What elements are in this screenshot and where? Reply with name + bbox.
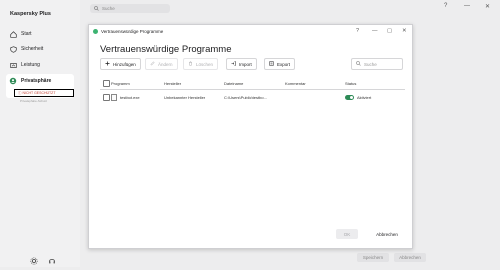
filename-cell: C:\Users\Public\testbo... [224, 94, 267, 100]
trash-icon [188, 61, 193, 67]
performance-icon [9, 61, 17, 69]
column-header-comment[interactable]: Kommentar [285, 77, 306, 89]
status-label: Aktiviert [357, 94, 372, 100]
dialog-titlebar: Vertrauenswürdige Programme [89, 25, 412, 37]
search-input[interactable]: Suche [90, 4, 170, 13]
column-header-vendor[interactable]: Hersteller [164, 77, 181, 89]
export-button[interactable]: Export [264, 58, 296, 70]
export-icon [269, 61, 274, 67]
close-button[interactable]: ✕ [485, 3, 490, 10]
help-button[interactable]: ? [444, 3, 447, 9]
dialog-help-button[interactable]: ? [356, 28, 359, 34]
headset-icon[interactable] [48, 252, 56, 270]
import-icon [231, 61, 236, 67]
save-button[interactable]: Speichern [357, 253, 389, 262]
search-icon [356, 61, 361, 67]
search-icon [94, 5, 99, 12]
table-header: Programm Hersteller Dateiname Kommentar … [100, 77, 405, 90]
dialog-maximize-button[interactable]: ▢ [387, 28, 392, 34]
dialog-window-title: Vertrauenswürdige Programme [101, 28, 164, 34]
sidebar-item-performance[interactable]: Leistung [6, 59, 74, 71]
trusted-programs-table: Programm Hersteller Dateiname Kommentar … [100, 77, 405, 104]
pencil-icon [150, 61, 155, 67]
app-title: Kaspersky Plus [10, 11, 51, 17]
edit-button[interactable]: Ändern [145, 58, 178, 70]
minimize-button[interactable]: — [464, 3, 470, 9]
file-icon [111, 93, 117, 101]
plus-icon [105, 61, 110, 67]
select-all-checkbox[interactable] [103, 77, 110, 89]
sidebar-item-security[interactable]: Sicherheit [6, 43, 74, 55]
column-header-status[interactable]: Status [345, 77, 356, 89]
vendor-cell: Unbekannter Hersteller [164, 94, 206, 100]
dialog-minimize-button[interactable]: — [372, 28, 378, 34]
delete-button-label: Löschen [196, 61, 214, 67]
sidebar: Kaspersky Plus Start Sicherheit Leistung… [0, 0, 80, 267]
import-button-label: Import [239, 61, 252, 67]
import-button[interactable]: Import [226, 58, 257, 70]
shield-icon [9, 45, 17, 53]
cancel-button[interactable]: Abbrechen [394, 253, 426, 262]
sidebar-item-label: Start [21, 31, 32, 37]
edit-button-label: Ändern [158, 61, 173, 67]
add-button[interactable]: Hinzufügen [100, 58, 141, 70]
dialog-close-button[interactable]: ✕ [402, 28, 407, 34]
home-icon [9, 30, 17, 38]
ok-button[interactable]: OK [336, 229, 358, 239]
sidebar-item-start[interactable]: Start [6, 28, 74, 40]
program-cell: testbot.exe [111, 90, 140, 104]
row-checkbox[interactable] [103, 90, 110, 104]
sidebar-item-label: Privatsphäre [21, 78, 52, 84]
gear-icon[interactable] [30, 252, 38, 270]
delete-button[interactable]: Löschen [183, 58, 219, 70]
program-name: testbot.exe [120, 94, 140, 100]
dialog-search-placeholder: Suche [364, 61, 377, 67]
app-logo-icon [93, 28, 98, 34]
export-button-label: Export [277, 61, 291, 67]
sidebar-bottom-icons [30, 252, 56, 270]
dialog-heading: Vertrauenswürdige Programme [100, 44, 232, 55]
dialog-cancel-button[interactable]: Abbrechen [371, 229, 403, 239]
dialog-search-input[interactable]: Suche [351, 58, 403, 70]
privacy-icon [9, 77, 17, 85]
status-toggle[interactable] [345, 94, 354, 100]
column-header-filename[interactable]: Dateiname [224, 77, 243, 89]
sidebar-item-label: Sicherheit [21, 46, 44, 52]
table-row[interactable]: testbot.exe Unbekannter Hersteller C:\Us… [100, 90, 405, 104]
status-cell: Aktiviert [345, 90, 371, 104]
search-placeholder: Suche [102, 6, 115, 11]
status-warning: ⓘ NICHT GESCHÜTZT [14, 89, 74, 97]
trusted-programs-dialog: Vertrauenswürdige Programme ? — ▢ ✕ Vert… [88, 24, 413, 249]
add-button-label: Hinzufügen [113, 61, 136, 67]
sidebar-item-label: Leistung [21, 62, 40, 68]
column-header-program[interactable]: Programm [111, 77, 130, 89]
sidebar-sub-caption: Privatsphäre-Schutz [20, 99, 48, 103]
